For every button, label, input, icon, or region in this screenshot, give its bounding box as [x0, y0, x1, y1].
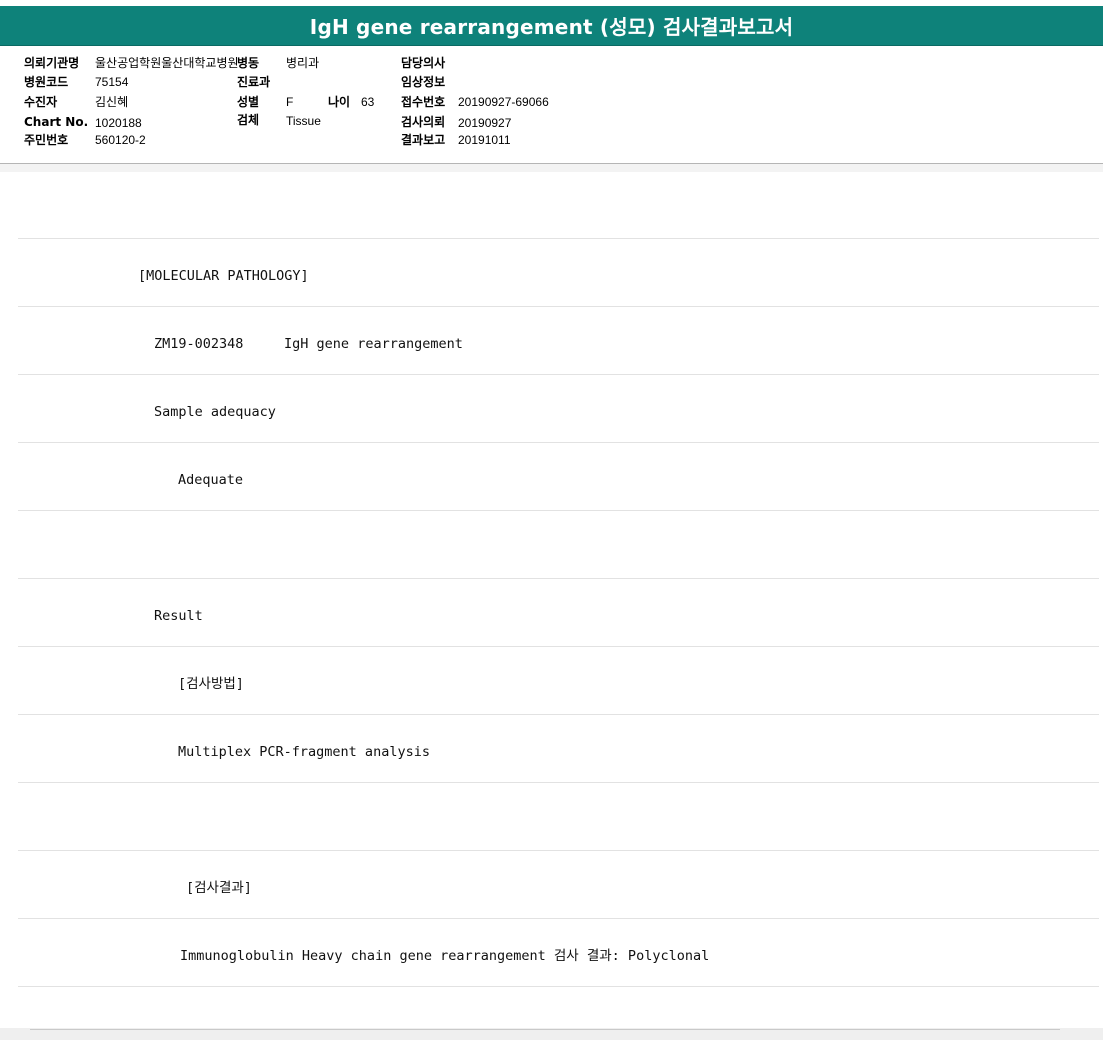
specimen-value: Tissue [286, 114, 321, 128]
section-heading: [MOLECULAR PATHOLOGY] [138, 268, 309, 284]
patient-value: 김신혜 [95, 95, 129, 109]
resident-no-label: 주민번호 [24, 133, 69, 147]
report-line [18, 511, 1099, 579]
report-line [18, 171, 1099, 239]
case-identifier: ZM19-002348 IgH gene rearrangement [154, 336, 463, 352]
report-line: Adequate [18, 443, 1099, 511]
report-line: Multiplex PCR-fragment analysis [18, 715, 1099, 783]
sample-adequacy-label: Sample adequacy [154, 404, 276, 420]
report-date-label: 결과보고 [401, 133, 446, 147]
hospital-code-label: 병원코드 [24, 75, 69, 89]
report-line: [MOLECULAR PATHOLOGY] [18, 239, 1099, 307]
age-label: 나이 [328, 95, 351, 109]
receipt-no-label: 접수번호 [401, 95, 446, 109]
report-body: [MOLECULAR PATHOLOGY] ZM19-002348 IgH ge… [18, 171, 1099, 987]
sex-label: 성별 [237, 95, 260, 109]
patient-info-header: 의뢰기관명 울산공업학원울산대학교병원 병동 병리과 담당의사 병원코드 751… [0, 46, 1103, 164]
report-page: IgH gene rearrangement (성모) 검사결과보고서 의뢰기관… [0, 0, 1103, 1040]
patient-label: 수진자 [24, 95, 58, 109]
report-date-value: 20191011 [458, 133, 511, 147]
doctor-label: 담당의사 [401, 56, 446, 70]
institution-label: 의뢰기관명 [24, 56, 80, 70]
resident-no-value: 560120-2 [95, 133, 146, 147]
sample-adequacy-value: Adequate [178, 472, 244, 488]
ward-value: 병리과 [286, 56, 320, 70]
report-line: Result [18, 579, 1099, 647]
request-date-value: 20190927 [458, 116, 512, 130]
department-label: 진료과 [237, 75, 271, 89]
report-line: Sample adequacy [18, 375, 1099, 443]
age-value: 63 [361, 95, 375, 109]
method-value: Multiplex PCR-fragment analysis [178, 744, 430, 760]
result-heading: Result [154, 608, 203, 624]
request-date-label: 검사의뢰 [401, 115, 446, 129]
hospital-code-value: 75154 [95, 75, 129, 89]
method-heading: [검사방법] [178, 676, 244, 692]
footer-divider [30, 1029, 1060, 1030]
report-line: Immunoglobulin Heavy chain gene rearrang… [18, 919, 1099, 987]
clinical-info-label: 임상정보 [401, 75, 446, 89]
result-subheading: [검사결과] [186, 880, 252, 896]
report-line: ZM19-002348 IgH gene rearrangement [18, 307, 1099, 375]
result-value: Immunoglobulin Heavy chain gene rearrang… [180, 948, 710, 964]
chart-no-value: 1020188 [95, 116, 142, 130]
receipt-no-value: 20190927-69066 [458, 95, 549, 109]
institution-value: 울산공업학원울산대학교병원 [95, 56, 239, 70]
report-line [18, 783, 1099, 851]
report-line: [검사결과] [18, 851, 1099, 919]
specimen-label: 검체 [237, 113, 260, 127]
report-line: [검사방법] [18, 647, 1099, 715]
sex-value: F [286, 95, 294, 109]
report-title: IgH gene rearrangement (성모) 검사결과보고서 [0, 6, 1103, 46]
chart-no-label: Chart No. [24, 115, 89, 129]
ward-label: 병동 [237, 56, 260, 70]
